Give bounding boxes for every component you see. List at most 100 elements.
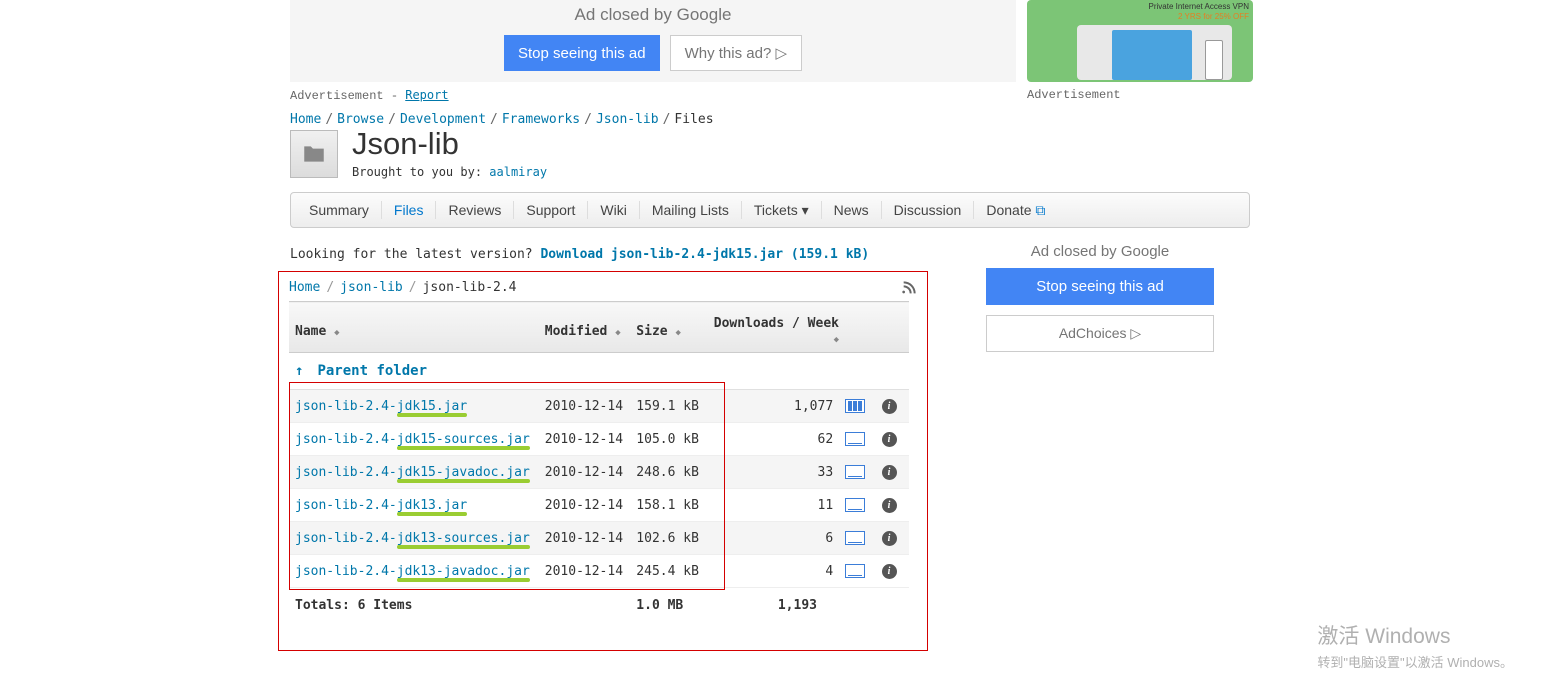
totals-row: Totals: 6 Items 1.0 MB 1,193 bbox=[289, 588, 909, 624]
side-ad-prefix: Ad closed by bbox=[1031, 243, 1121, 260]
brought-prefix: Brought to you by: bbox=[352, 165, 489, 179]
chart-icon[interactable] bbox=[845, 498, 865, 512]
files-panel: Home/json-lib/json-lib-2.4 Name Modified… bbox=[278, 271, 928, 651]
file-downloads: 1,077 bbox=[794, 399, 833, 414]
chart-icon[interactable] bbox=[845, 465, 865, 479]
files-crumb-jsonlib[interactable]: json-lib bbox=[340, 280, 403, 295]
file-link[interactable]: json-lib-2.4-jdk13-sources.jar bbox=[295, 531, 530, 546]
file-modified: 2010-12-14 bbox=[539, 423, 631, 456]
file-modified: 2010-12-14 bbox=[539, 522, 631, 555]
file-downloads: 33 bbox=[818, 465, 834, 480]
google-logo-text: Google bbox=[677, 5, 732, 24]
info-icon[interactable]: i bbox=[882, 399, 897, 414]
sort-icon bbox=[831, 331, 839, 346]
col-size[interactable]: Size bbox=[630, 302, 706, 353]
col-name[interactable]: Name bbox=[289, 302, 539, 353]
col-modified[interactable]: Modified bbox=[539, 302, 631, 353]
file-size: 248.6 kB bbox=[630, 456, 706, 489]
crumb-browse[interactable]: Browse bbox=[337, 112, 384, 127]
side-ad-closed-text: Ad closed by Google bbox=[986, 243, 1214, 260]
tab-news[interactable]: News bbox=[822, 201, 882, 219]
watermark-line2: 转到"电脑设置"以激活 Windows。 bbox=[1317, 652, 1513, 671]
tab-tickets[interactable]: Tickets ▾ bbox=[742, 201, 822, 219]
donate-label: Donate bbox=[986, 202, 1031, 218]
files-breadcrumb: Home/json-lib/json-lib-2.4 bbox=[289, 280, 917, 295]
parent-folder-row[interactable]: ↑ Parent folder bbox=[289, 353, 909, 390]
vpn-ad-text: Private Internet Access VPN 2 YRS for 25… bbox=[1149, 2, 1250, 21]
col-info bbox=[869, 302, 909, 353]
totals-size: 1.0 MB bbox=[630, 588, 706, 624]
advertisement-label-left: Advertisement - Report bbox=[290, 88, 449, 103]
chart-icon[interactable] bbox=[845, 564, 865, 578]
device-illustration-screen bbox=[1112, 30, 1192, 80]
download-latest-link[interactable]: Download json-lib-2.4-jdk15.jar (159.1 k… bbox=[540, 247, 869, 262]
info-icon[interactable]: i bbox=[882, 465, 897, 480]
adchoices-button[interactable]: AdChoices ▷ bbox=[986, 315, 1214, 352]
sort-icon bbox=[615, 324, 623, 339]
info-icon[interactable]: i bbox=[882, 564, 897, 579]
col-downloads[interactable]: Downloads / Week bbox=[706, 302, 869, 353]
stop-seeing-ad-button[interactable]: Stop seeing this ad bbox=[504, 35, 660, 71]
project-tabs: Summary Files Reviews Support Wiki Maili… bbox=[290, 192, 1250, 228]
tab-support[interactable]: Support bbox=[514, 201, 588, 219]
tab-summary[interactable]: Summary bbox=[297, 201, 382, 219]
crumb-frameworks[interactable]: Frameworks bbox=[502, 112, 580, 127]
file-size: 158.1 kB bbox=[630, 489, 706, 522]
file-downloads: 4 bbox=[825, 564, 833, 579]
file-link[interactable]: json-lib-2.4-jdk13.jar bbox=[295, 498, 467, 513]
report-link[interactable]: Report bbox=[405, 88, 448, 102]
tab-wiki[interactable]: Wiki bbox=[588, 201, 639, 219]
chart-icon[interactable] bbox=[845, 432, 865, 446]
file-modified: 2010-12-14 bbox=[539, 456, 631, 489]
files-crumb-home[interactable]: Home bbox=[289, 280, 320, 295]
chart-icon[interactable] bbox=[845, 531, 865, 545]
crumb-development[interactable]: Development bbox=[400, 112, 486, 127]
chart-icon[interactable] bbox=[845, 399, 865, 413]
crumb-jsonlib[interactable]: Json-lib bbox=[596, 112, 659, 127]
file-size: 245.4 kB bbox=[630, 555, 706, 588]
latest-version-prompt: Looking for the latest version? Download… bbox=[290, 247, 869, 262]
tab-donate[interactable]: Donate ⧉ bbox=[974, 201, 1057, 219]
adv-dash: - bbox=[384, 89, 406, 103]
file-link[interactable]: json-lib-2.4-jdk13-javadoc.jar bbox=[295, 564, 530, 579]
up-arrow-icon: ↑ bbox=[295, 363, 303, 379]
file-size: 159.1 kB bbox=[630, 390, 706, 423]
info-icon[interactable]: i bbox=[882, 498, 897, 513]
side-google-text: Google bbox=[1121, 243, 1169, 260]
page-title: Json-lib bbox=[352, 128, 547, 159]
latest-prefix: Looking for the latest version? bbox=[290, 247, 540, 262]
ad-closed-text: Ad closed by Google bbox=[290, 5, 1016, 25]
info-icon[interactable]: i bbox=[882, 531, 897, 546]
totals-downloads: 1,193 bbox=[706, 588, 869, 624]
watermark-line1: 激活 Windows bbox=[1317, 620, 1513, 650]
vpn-ad-banner[interactable]: Private Internet Access VPN 2 YRS for 25… bbox=[1027, 0, 1253, 82]
file-modified: 2010-12-14 bbox=[539, 489, 631, 522]
tab-mailing-lists[interactable]: Mailing Lists bbox=[640, 201, 742, 219]
top-ad-banner: Ad closed by Google Stop seeing this ad … bbox=[290, 0, 1016, 82]
brought-by: Brought to you by: aalmiray bbox=[352, 165, 547, 179]
breadcrumb: Home/Browse/Development/Frameworks/Json-… bbox=[290, 112, 714, 127]
author-link[interactable]: aalmiray bbox=[489, 165, 547, 179]
ad-closed-prefix: Ad closed by bbox=[575, 5, 677, 24]
file-modified: 2010-12-14 bbox=[539, 390, 631, 423]
crumb-home[interactable]: Home bbox=[290, 112, 321, 127]
vpn-ad-line1: Private Internet Access VPN bbox=[1149, 2, 1250, 12]
folder-icon bbox=[301, 141, 327, 167]
file-link[interactable]: json-lib-2.4-jdk15-sources.jar bbox=[295, 432, 530, 447]
sidebar-ad: Ad closed by Google Stop seeing this ad … bbox=[986, 243, 1214, 352]
crumb-current: Files bbox=[674, 112, 713, 127]
file-link[interactable]: json-lib-2.4-jdk15-javadoc.jar bbox=[295, 465, 530, 480]
parent-folder-label: Parent folder bbox=[317, 363, 427, 379]
tab-files[interactable]: Files bbox=[382, 201, 437, 219]
device-illustration-phone bbox=[1205, 40, 1223, 80]
file-downloads: 62 bbox=[818, 432, 834, 447]
side-stop-ad-button[interactable]: Stop seeing this ad bbox=[986, 268, 1214, 305]
info-icon[interactable]: i bbox=[882, 432, 897, 447]
tab-discussion[interactable]: Discussion bbox=[882, 201, 975, 219]
file-link[interactable]: json-lib-2.4-jdk15.jar bbox=[295, 399, 467, 414]
tab-reviews[interactable]: Reviews bbox=[436, 201, 514, 219]
vpn-ad-line2: 2 YRS for 25% OFF bbox=[1149, 12, 1250, 22]
advertisement-label-right: Advertisement bbox=[1027, 88, 1121, 102]
rss-icon[interactable] bbox=[901, 280, 917, 296]
why-this-ad-button[interactable]: Why this ad? ▷ bbox=[670, 35, 802, 71]
